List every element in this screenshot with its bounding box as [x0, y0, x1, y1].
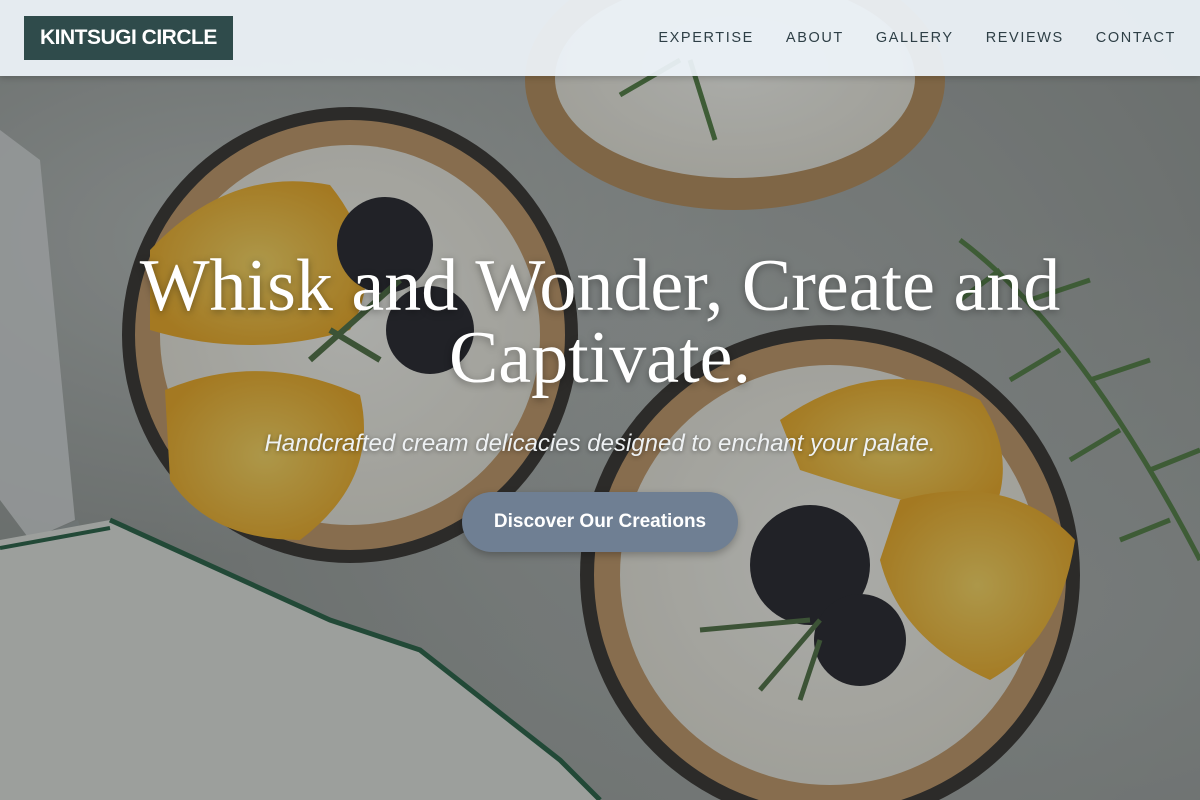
nav-link-about[interactable]: ABOUT: [786, 30, 844, 46]
nav-link-expertise[interactable]: EXPERTISE: [658, 30, 754, 46]
site-logo[interactable]: KINTSUGI CIRCLE: [24, 16, 233, 60]
hero-title: Whisk and Wonder, Create and Captivate.: [139, 245, 1061, 399]
nav-link-gallery[interactable]: GALLERY: [876, 30, 954, 46]
site-header: KINTSUGI CIRCLE EXPERTISE ABOUT GALLERY …: [0, 0, 1200, 76]
nav-link-contact[interactable]: CONTACT: [1096, 30, 1176, 46]
nav-link-reviews[interactable]: REVIEWS: [986, 30, 1064, 46]
hero-subtitle: Handcrafted cream delicacies designed to…: [264, 430, 936, 457]
main-nav: EXPERTISE ABOUT GALLERY REVIEWS CONTACT: [658, 0, 1176, 76]
hero-content: Whisk and Wonder, Create and Captivate. …: [0, 245, 1200, 552]
discover-creations-button[interactable]: Discover Our Creations: [461, 492, 739, 552]
